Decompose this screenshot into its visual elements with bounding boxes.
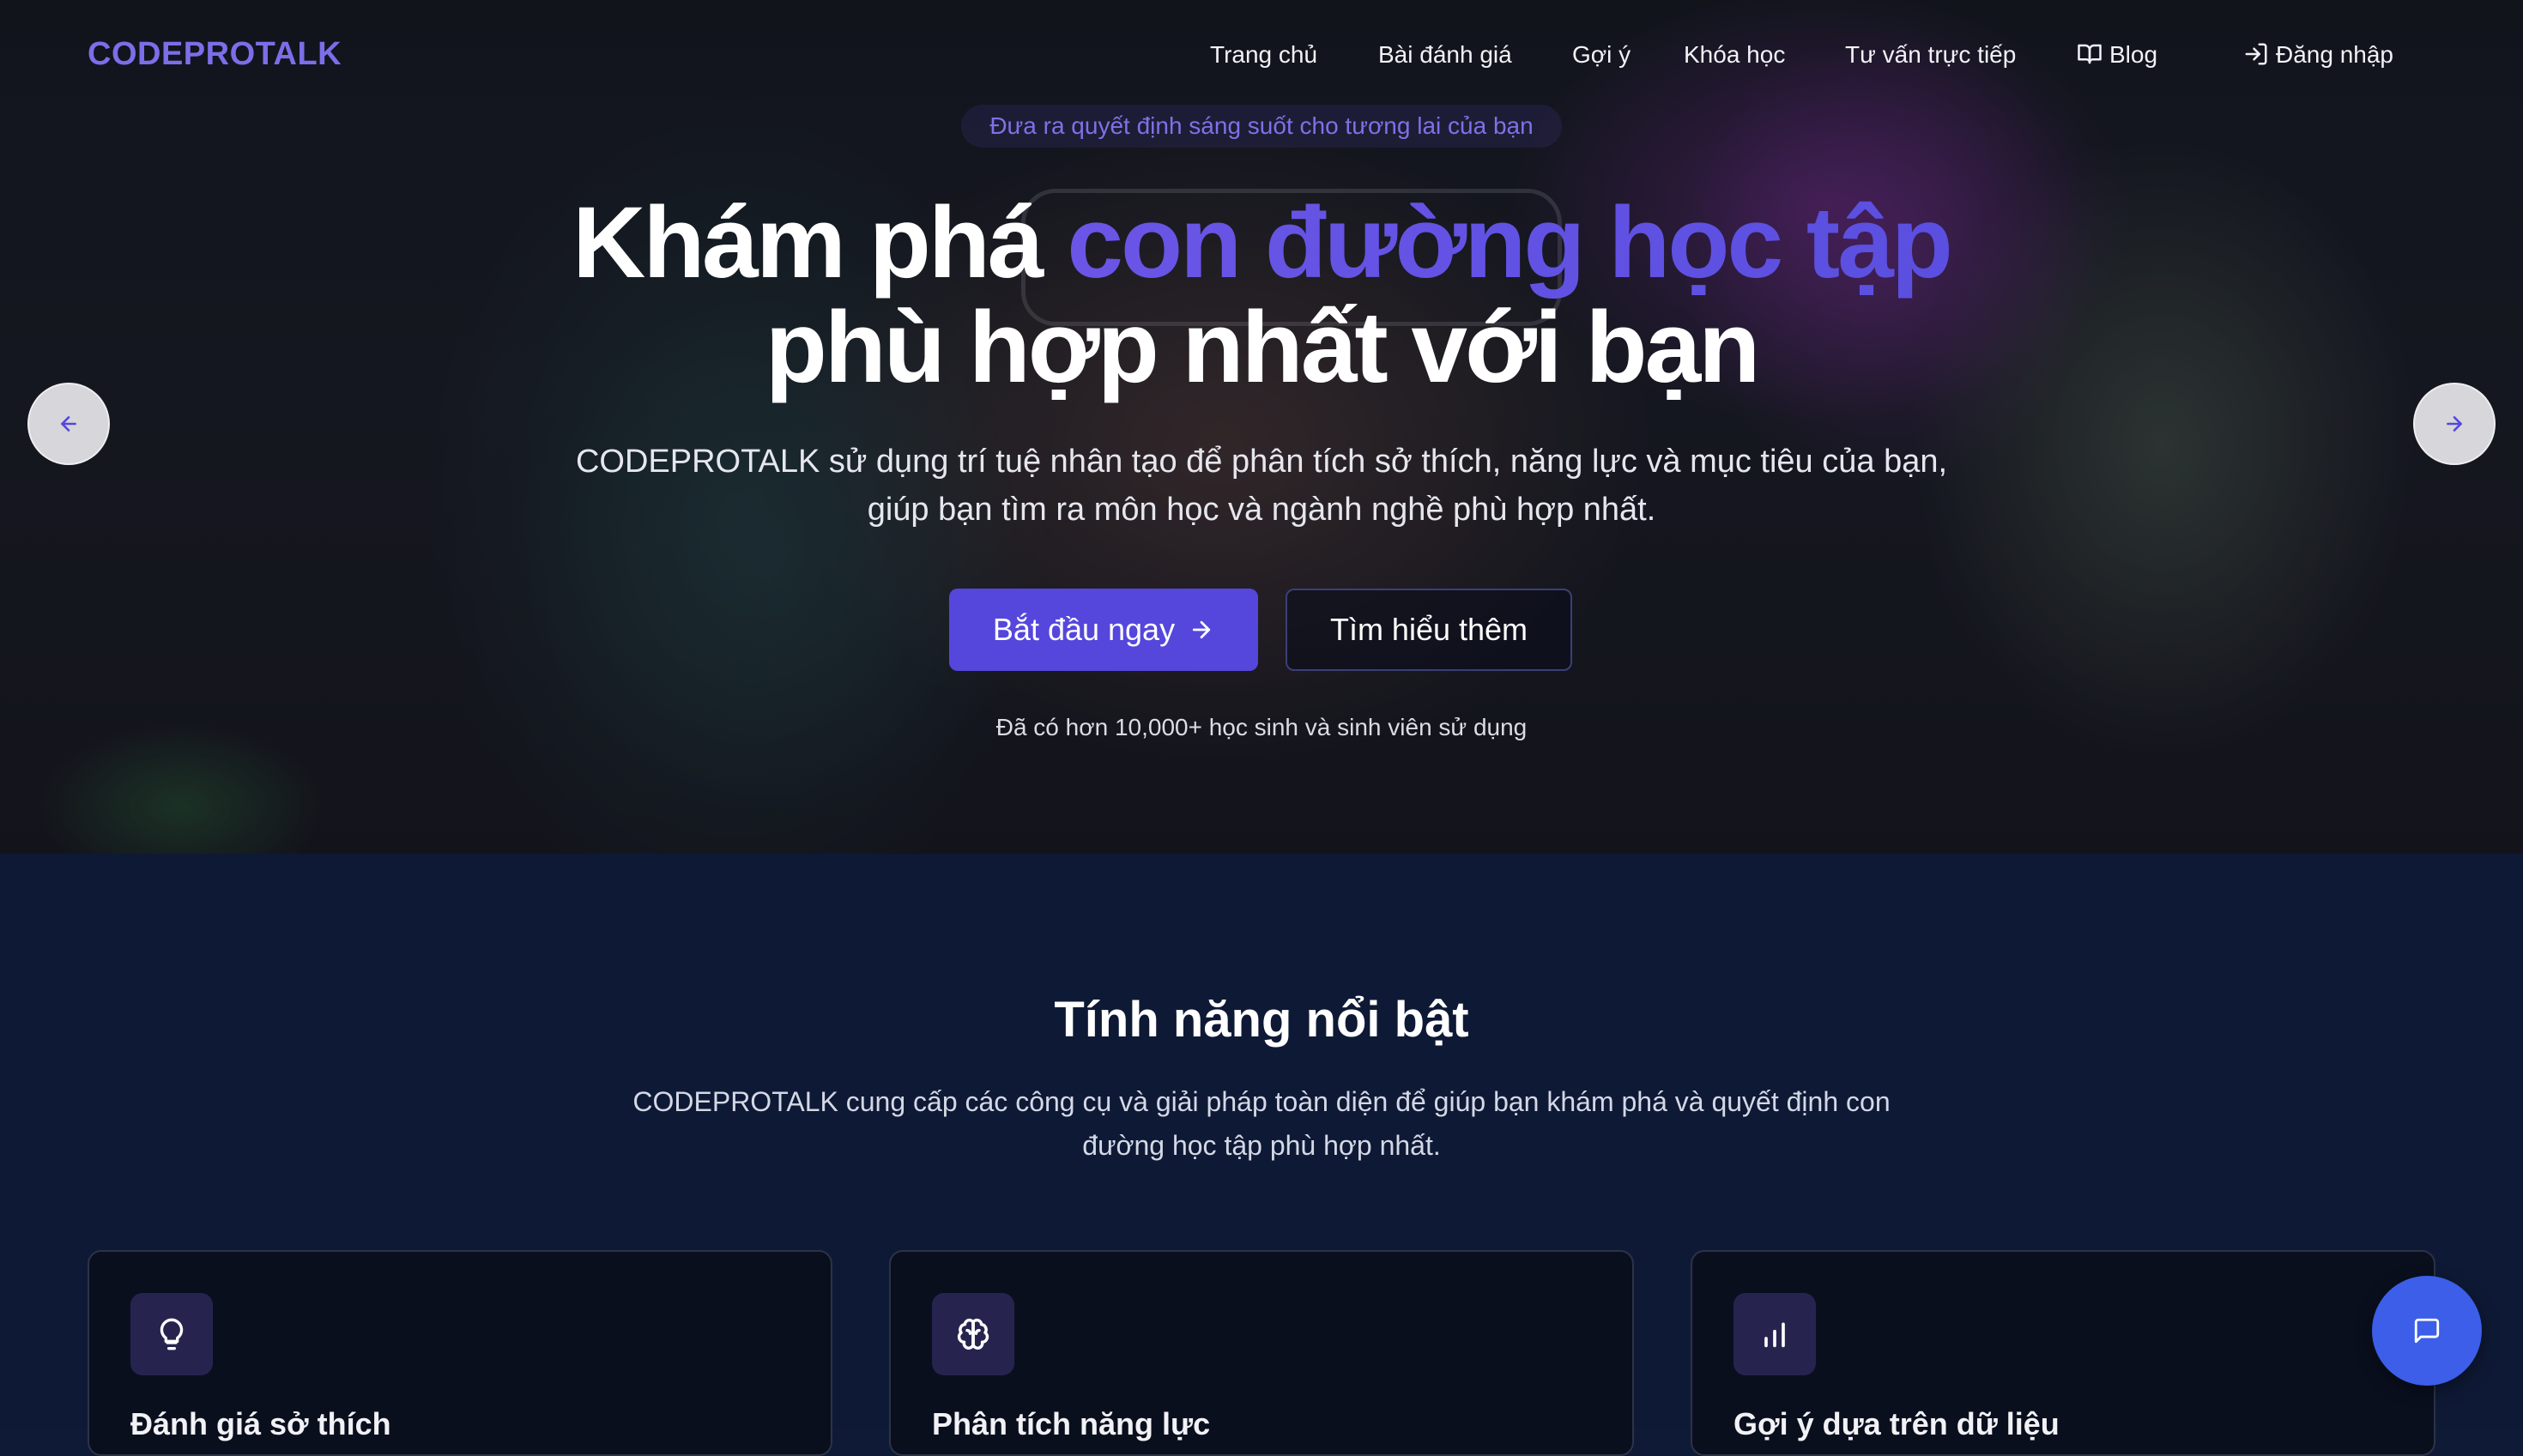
hero-title-plain: Khám phá (572, 186, 1044, 299)
arrow-right-icon (2447, 416, 2462, 432)
features-section: Tính năng nổi bật CODEPROTALK cung cấp c… (0, 854, 2523, 1456)
main-nav: Trang chủ Bài đánh giá Gợi ý Khóa học Tư… (0, 41, 2523, 76)
hero-tagline-badge: Đưa ra quyết định sáng suốt cho tương la… (961, 105, 1562, 148)
hero-user-count-note: Đã có hơn 10,000+ học sinh và sinh viên … (995, 714, 1528, 740)
bar-chart-icon (1764, 1322, 1785, 1348)
feature-card-title: Đánh giá sở thích (130, 1406, 391, 1441)
card-icon-box (1733, 1293, 1816, 1375)
book-icon (2078, 44, 2102, 64)
features-description: CODEPROTALK cung cấp các công cụ và giải… (632, 1086, 1891, 1161)
login-label: Đăng nhập (2276, 41, 2394, 68)
hero-title-accent: con đường học tập (1067, 186, 1952, 299)
features-title: Tính năng nổi bật (1054, 992, 1469, 1048)
hero-title: Khám phá con đường học tập phù hợp nhất … (0, 190, 2523, 400)
chat-widget-button[interactable] (2372, 1276, 2482, 1386)
learn-more-button[interactable]: Tìm hiểu thêm (1286, 589, 1572, 671)
feature-card-title: Gợi ý dựa trên dữ liệu (1733, 1406, 2060, 1441)
carousel-prev-button[interactable] (27, 383, 110, 465)
lightbulb-icon (160, 1318, 184, 1350)
login-icon (2245, 43, 2267, 65)
chat-icon (2414, 1318, 2440, 1344)
feature-card-interest[interactable]: Đánh giá sở thích (88, 1250, 832, 1456)
nav-item-assessment[interactable]: Bài đánh giá (1378, 41, 1512, 69)
start-now-label: Bắt đầu ngay (992, 612, 1176, 647)
hero-description: CODEPROTALK sử dụng trí tuệ nhân tạo để … (575, 444, 1948, 528)
card-icon-box (932, 1293, 1014, 1375)
nav-item-courses[interactable]: Khóa học (1684, 41, 1785, 69)
hero-section: CODEPROTALK Trang chủ Bài đánh giá Gợi ý… (0, 0, 2523, 854)
arrow-left-icon (61, 416, 76, 432)
nav-item-blog[interactable]: Blog (2077, 41, 2157, 69)
card-icon-box (130, 1293, 213, 1375)
nav-item-consulting[interactable]: Tư vấn trực tiếp (1845, 41, 2016, 69)
brain-icon (957, 1318, 989, 1350)
nav-item-blog-label: Blog (2109, 41, 2158, 68)
nav-item-home[interactable]: Trang chủ (1210, 41, 1317, 69)
arrow-right-icon (1192, 620, 1211, 639)
feature-card-ability[interactable]: Phân tích năng lực (889, 1250, 1634, 1456)
hero-title-line2: phù hợp nhất với bạn (765, 291, 1761, 404)
start-now-button[interactable]: Bắt đầu ngay (949, 589, 1258, 671)
feature-card-title: Phân tích năng lực (932, 1406, 1211, 1441)
carousel-next-button[interactable] (2413, 383, 2496, 465)
login-button[interactable]: Đăng nhập (2243, 41, 2393, 69)
feature-card-data-suggestions[interactable]: Gợi ý dựa trên dữ liệu (1691, 1250, 2435, 1456)
nav-item-suggestions[interactable]: Gợi ý (1572, 41, 1631, 69)
